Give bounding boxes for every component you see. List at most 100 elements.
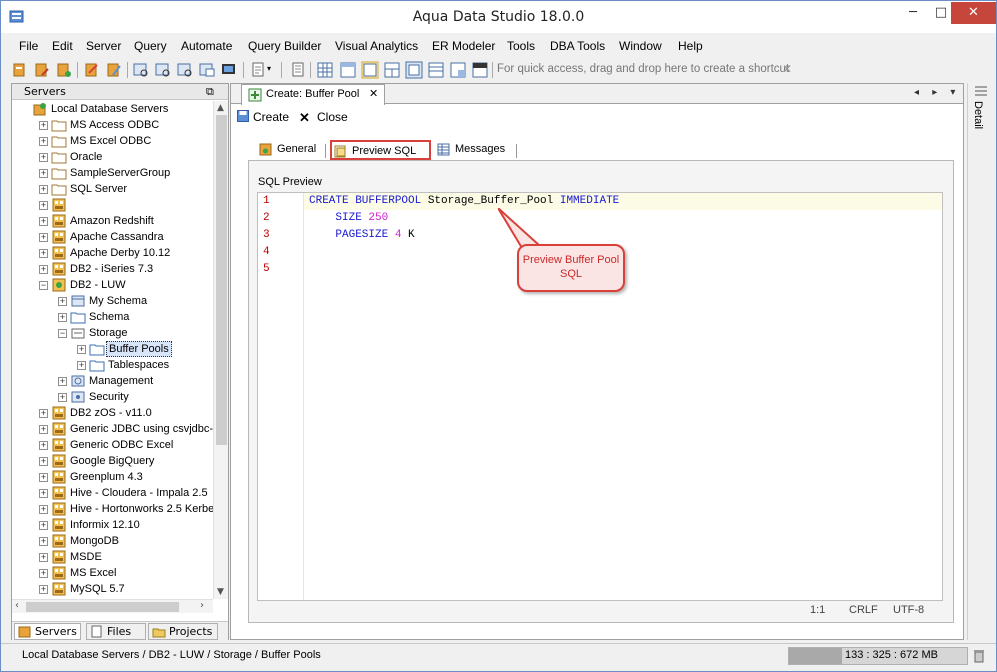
layout-three-icon[interactable] bbox=[383, 61, 401, 79]
tree-item[interactable]: + Hive - Hortonworks 2.5 Kerberos bbox=[12, 501, 213, 517]
expand-icon[interactable]: + bbox=[39, 505, 48, 514]
dismiss-hint-icon[interactable]: ✕ bbox=[782, 62, 792, 76]
expand-icon[interactable]: + bbox=[58, 377, 67, 386]
expand-icon[interactable]: + bbox=[39, 169, 48, 178]
layout-seven-icon[interactable] bbox=[471, 61, 489, 79]
new-document-icon[interactable] bbox=[249, 61, 267, 79]
tree-item[interactable]: − Storage bbox=[12, 325, 213, 341]
register-server-icon[interactable] bbox=[11, 61, 29, 79]
tree-item[interactable]: + Schema bbox=[12, 309, 213, 325]
tree-item[interactable]: + Google BigQuery bbox=[12, 453, 213, 469]
scroll-up-icon[interactable]: ▲ bbox=[217, 103, 224, 113]
menu-window[interactable]: Window bbox=[619, 39, 662, 53]
expand-icon[interactable]: + bbox=[39, 217, 48, 226]
layout-one-icon[interactable] bbox=[339, 61, 357, 79]
menu-tools[interactable]: Tools bbox=[507, 39, 535, 53]
expand-icon[interactable]: + bbox=[39, 489, 48, 498]
expand-icon[interactable]: + bbox=[39, 569, 48, 578]
expand-icon[interactable]: + bbox=[77, 345, 86, 354]
menu-automate[interactable]: Automate bbox=[181, 39, 232, 53]
query-tools-icon[interactable] bbox=[83, 61, 101, 79]
tab-general[interactable]: General bbox=[257, 140, 316, 160]
restore-panel-icon[interactable]: ⧉ bbox=[206, 85, 214, 99]
expand-icon[interactable]: + bbox=[58, 313, 67, 322]
tree-item[interactable]: + Security bbox=[12, 389, 213, 405]
query-window-icon[interactable] bbox=[154, 61, 172, 79]
menu-edit[interactable]: Edit bbox=[52, 39, 73, 53]
query-wand-icon[interactable] bbox=[105, 61, 123, 79]
tree-item[interactable]: + MySQL 5.7 bbox=[12, 581, 213, 597]
menu-query-builder[interactable]: Query Builder bbox=[248, 39, 321, 53]
tree-item[interactable]: + MS Excel bbox=[12, 565, 213, 581]
monitor-icon[interactable] bbox=[220, 61, 238, 79]
create-button[interactable]: Create bbox=[237, 110, 289, 124]
search-window-icon[interactable] bbox=[176, 61, 194, 79]
tab-messages[interactable]: Messages bbox=[435, 140, 505, 160]
menu-dba-tools[interactable]: DBA Tools bbox=[550, 39, 605, 53]
tree-item[interactable]: + Buffer Pools bbox=[12, 341, 213, 357]
collapse-icon[interactable]: − bbox=[58, 329, 67, 338]
expand-icon[interactable]: + bbox=[39, 249, 48, 258]
expand-icon[interactable]: + bbox=[39, 473, 48, 482]
close-tab-icon[interactable]: ✕ bbox=[369, 87, 378, 100]
layout-two-icon[interactable] bbox=[361, 61, 379, 79]
tree-vertical-scrollbar[interactable]: ▲ ▼ bbox=[213, 101, 228, 599]
menu-er-modeler[interactable]: ER Modeler bbox=[432, 39, 495, 53]
expand-icon[interactable]: + bbox=[39, 185, 48, 194]
tree-horizontal-scrollbar[interactable]: ‹ › bbox=[12, 599, 213, 613]
tree-item[interactable]: + MSDE bbox=[12, 549, 213, 565]
grid-layout-icon[interactable] bbox=[316, 61, 334, 79]
tree-item[interactable]: + SampleServerGroup bbox=[12, 165, 213, 181]
expand-icon[interactable]: + bbox=[39, 521, 48, 530]
tab-create-buffer-pool[interactable]: Create: Buffer Pool ✕ bbox=[241, 84, 385, 105]
connect-server-icon[interactable] bbox=[55, 61, 73, 79]
expand-icon[interactable]: + bbox=[39, 441, 48, 450]
tree-item[interactable]: + MS Excel ODBC bbox=[12, 133, 213, 149]
garbage-collect-icon[interactable] bbox=[973, 649, 985, 663]
tree-item[interactable]: + My Schema bbox=[12, 293, 213, 309]
tree-item[interactable]: + Hive - Cloudera - Impala 2.5 bbox=[12, 485, 213, 501]
memory-indicator[interactable]: 133 : 325 : 672 MB bbox=[788, 647, 968, 665]
detail-tab[interactable]: Detail bbox=[972, 101, 984, 129]
expand-icon[interactable]: + bbox=[39, 585, 48, 594]
tree-item[interactable]: + MS Access ODBC bbox=[12, 117, 213, 133]
tree-item[interactable]: + Greenplum 4.3 bbox=[12, 469, 213, 485]
expand-icon[interactable]: + bbox=[39, 537, 48, 546]
tree-item[interactable]: + DB2 - iSeries 7.3 bbox=[12, 261, 213, 277]
expand-icon[interactable]: + bbox=[58, 393, 67, 402]
tree-item[interactable]: + Generic ODBC Excel bbox=[12, 437, 213, 453]
detail-toolbar-icon[interactable] bbox=[974, 85, 988, 97]
expand-icon[interactable]: + bbox=[39, 201, 48, 210]
expand-icon[interactable]: + bbox=[39, 425, 48, 434]
tree-item[interactable]: + SQL Server bbox=[12, 181, 213, 197]
edit-server-icon[interactable] bbox=[33, 61, 51, 79]
expand-icon[interactable]: + bbox=[39, 153, 48, 162]
tab-files[interactable]: Files bbox=[86, 623, 146, 640]
tree-item[interactable]: + MongoDB bbox=[12, 533, 213, 549]
tree-item[interactable]: Local Database Servers bbox=[12, 101, 213, 117]
sql-code-editor[interactable]: 1 2 3 4 5 CREATE BUFFERPOOL Storage_Buff… bbox=[257, 192, 943, 601]
expand-icon[interactable]: + bbox=[39, 409, 48, 418]
tab-projects[interactable]: Projects bbox=[148, 623, 218, 640]
layout-six-icon[interactable] bbox=[449, 61, 467, 79]
layout-four-icon[interactable] bbox=[405, 61, 423, 79]
new-document-dropdown-icon[interactable]: ▾ bbox=[267, 64, 271, 73]
expand-icon[interactable]: + bbox=[39, 233, 48, 242]
expand-icon[interactable]: + bbox=[39, 457, 48, 466]
tree-item[interactable]: + bbox=[12, 197, 213, 213]
scroll-thumb[interactable] bbox=[216, 115, 227, 445]
expand-icon[interactable]: + bbox=[39, 553, 48, 562]
expand-icon[interactable]: + bbox=[39, 137, 48, 146]
minimize-button[interactable]: ─ bbox=[898, 2, 928, 24]
hscroll-thumb[interactable] bbox=[26, 602, 179, 612]
tree-item[interactable]: + Apache Cassandra bbox=[12, 229, 213, 245]
layout-five-icon[interactable] bbox=[427, 61, 445, 79]
tab-navigation-icon[interactable]: ◂ ▸ ▾ bbox=[914, 87, 960, 98]
tree-item[interactable]: + DB2 zOS - v11.0 bbox=[12, 405, 213, 421]
tree-item[interactable]: + Apache Derby 10.12 bbox=[12, 245, 213, 261]
menu-visual-analytics[interactable]: Visual Analytics bbox=[335, 39, 418, 53]
collapse-icon[interactable]: − bbox=[39, 281, 48, 290]
scroll-left-icon[interactable]: ‹ bbox=[15, 600, 19, 611]
menu-file[interactable]: File bbox=[19, 39, 38, 53]
menu-help[interactable]: Help bbox=[678, 39, 703, 53]
